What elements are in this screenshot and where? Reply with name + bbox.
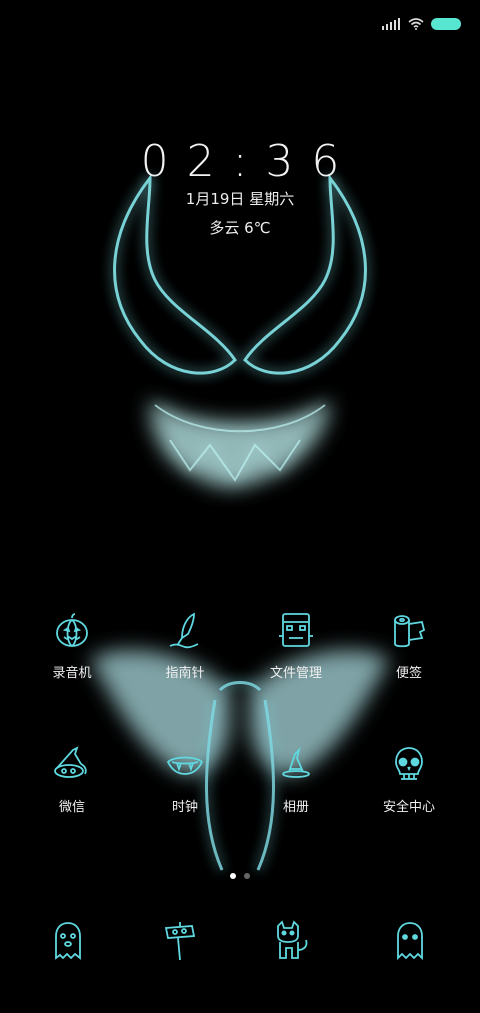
- wifi-icon: [408, 18, 424, 30]
- app-compass[interactable]: 指南针: [130, 610, 240, 681]
- app-label: 相册: [282, 800, 309, 815]
- app-label: 指南针: [165, 666, 205, 681]
- app-clock[interactable]: 时钟: [130, 744, 240, 815]
- black-cat-icon[interactable]: [272, 918, 312, 962]
- ghost-icon[interactable]: [48, 918, 88, 962]
- app-gallery[interactable]: 相册: [241, 744, 351, 815]
- app-wechat[interactable]: 微信: [17, 744, 127, 815]
- witch-hat-icon: [54, 746, 87, 778]
- dock: [0, 918, 480, 968]
- lock-clock[interactable]: 02:36: [0, 136, 480, 187]
- app-label: 微信: [58, 800, 85, 815]
- skull-icon: [395, 747, 423, 780]
- page-indicator[interactable]: [0, 873, 480, 879]
- feather-quill-icon: [169, 612, 199, 649]
- vampire-mouth-icon: [166, 756, 204, 775]
- app-label: 便签: [395, 666, 422, 681]
- app-file-manager[interactable]: 文件管理: [241, 610, 351, 681]
- app-label: 时钟: [171, 800, 198, 815]
- page-dot-active[interactable]: [230, 873, 236, 879]
- page-dot[interactable]: [244, 873, 250, 879]
- home-screen: 02:36 1月19日 星期六 多云 6℃ 录音机 指南针 文件管理 便签 微信…: [0, 0, 480, 1013]
- app-label: 文件管理: [269, 666, 322, 681]
- app-recorder[interactable]: 录音机: [17, 610, 127, 681]
- app-label: 安全中心: [382, 800, 435, 815]
- signpost-icon[interactable]: [160, 918, 200, 962]
- weather-widget[interactable]: 多云 6℃: [0, 217, 480, 238]
- signal-icon: [382, 18, 400, 30]
- toilet-paper-icon: [394, 615, 426, 648]
- status-bar: [382, 12, 460, 36]
- ghost-sheet-icon[interactable]: [390, 918, 430, 962]
- battery-icon: [432, 19, 460, 29]
- witch-hat-small-icon: [282, 747, 310, 778]
- pumpkin-icon: [56, 613, 88, 647]
- app-label: 录音机: [52, 666, 92, 681]
- app-security-center[interactable]: 安全中心: [354, 744, 464, 815]
- app-notes[interactable]: 便签: [354, 610, 464, 681]
- lock-date[interactable]: 1月19日 星期六: [0, 188, 480, 209]
- frankenstein-icon: [279, 613, 313, 647]
